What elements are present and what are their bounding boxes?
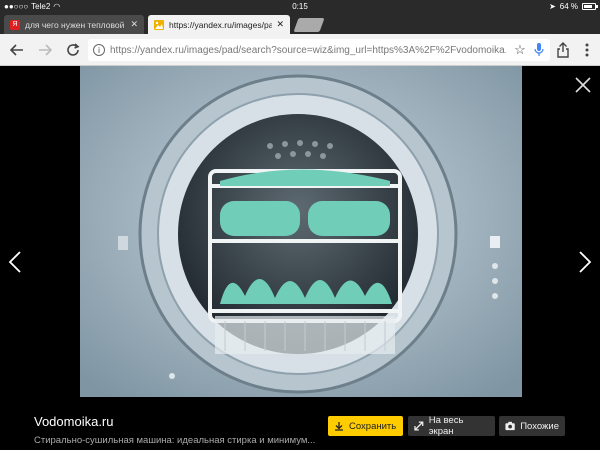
camera-icon <box>505 421 515 431</box>
previous-image-button[interactable] <box>3 246 27 278</box>
arrow-left-icon <box>10 44 23 56</box>
new-tab-button[interactable] <box>293 18 325 32</box>
similar-images-button[interactable]: Похожие <box>499 416 565 436</box>
image-favicon-icon <box>154 19 164 30</box>
tab-search[interactable]: Я для чего нужен тепловой н ✕ <box>4 15 144 34</box>
reload-icon <box>67 43 80 56</box>
fullscreen-button[interactable]: На весь экран <box>408 415 495 437</box>
reload-button[interactable] <box>64 41 82 59</box>
tab-title: https://yandex.ru/images/pa <box>169 19 273 30</box>
similar-label: Похожие <box>520 420 559 432</box>
carrier-label: Tele2 <box>31 1 51 11</box>
preview-image[interactable] <box>80 66 522 397</box>
close-viewer-button[interactable] <box>572 74 594 96</box>
wifi-icon: ◠ <box>53 1 61 11</box>
tab-bar: Я для чего нужен тепловой н ✕ https://ya… <box>0 12 600 34</box>
battery-icon <box>582 2 598 10</box>
close-tab-icon[interactable]: ✕ <box>130 19 138 30</box>
image-caption: Vodomoika.ru Стирально-сушильная машина:… <box>34 414 315 446</box>
share-icon <box>557 42 569 58</box>
back-button[interactable] <box>8 41 26 59</box>
chevron-left-icon <box>8 251 21 273</box>
address-bar[interactable]: i https://yandex.ru/images/pad/search?so… <box>88 39 550 61</box>
next-image-button[interactable] <box>573 246 597 278</box>
close-tab-icon[interactable]: ✕ <box>276 19 284 30</box>
forward-button[interactable] <box>36 41 54 59</box>
status-bar: ●●○○○ Tele2 ◠ 0:15 ➤ 64 % <box>0 0 600 12</box>
yandex-favicon-icon: Я <box>10 19 20 30</box>
image-description: Стирально-сушильная машина: идеальная ст… <box>34 435 316 446</box>
bookmark-star-icon[interactable]: ☆ <box>512 42 528 58</box>
washer-drum-illustration <box>80 66 522 397</box>
location-icon: ➤ <box>549 1 556 11</box>
info-icon[interactable]: i <box>93 44 105 56</box>
more-vertical-icon <box>585 43 589 57</box>
fullscreen-label: На весь экран <box>428 415 464 437</box>
menu-button[interactable] <box>578 41 596 59</box>
save-label: Сохранить <box>349 420 397 432</box>
save-button[interactable]: Сохранить <box>328 416 403 436</box>
status-left: ●●○○○ Tele2 ◠ <box>4 2 60 11</box>
close-icon <box>575 77 591 93</box>
signal-icon: ●●○○○ <box>4 1 29 11</box>
download-icon <box>335 422 343 431</box>
source-site-link[interactable]: Vodomoika.ru <box>34 414 315 429</box>
url-text[interactable]: https://yandex.ru/images/pad/search?sour… <box>110 45 506 56</box>
microphone-icon[interactable] <box>528 43 550 57</box>
tab-title: для чего нужен тепловой н <box>25 19 127 30</box>
status-right: ➤ 64 % <box>549 1 598 11</box>
chevron-right-icon <box>579 251 592 273</box>
image-viewer: Vodomoika.ru Стирально-сушильная машина:… <box>0 66 600 450</box>
browser-window: ●●○○○ Tele2 ◠ 0:15 ➤ 64 % Я для чего нуж… <box>0 0 600 450</box>
tab-images[interactable]: https://yandex.ru/images/pa ✕ <box>148 15 290 34</box>
battery-label: 64 % <box>559 1 578 11</box>
expand-icon <box>414 421 424 431</box>
share-button[interactable] <box>554 41 572 59</box>
status-time: 0:15 <box>292 1 308 11</box>
toolbar: i https://yandex.ru/images/pad/search?so… <box>0 34 600 66</box>
arrow-right-icon <box>39 44 52 56</box>
